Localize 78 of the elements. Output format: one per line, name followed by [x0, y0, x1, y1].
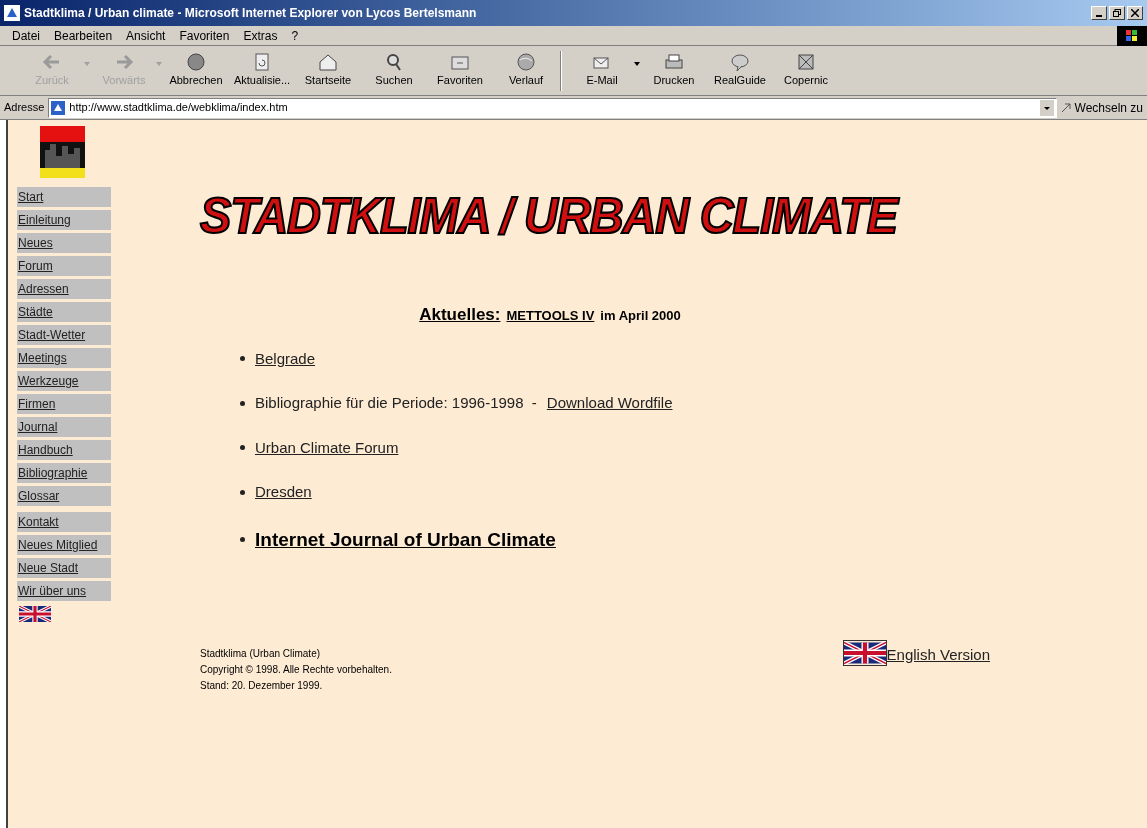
dropdown-caret-icon	[634, 61, 640, 66]
nav-link[interactable]: Forum	[17, 256, 111, 276]
satellite-icon	[795, 52, 817, 73]
bullet-icon	[240, 537, 245, 543]
close-button[interactable]	[1127, 6, 1143, 20]
address-field[interactable]: http://www.stadtklima.de/webklima/index.htm	[48, 97, 1057, 118]
dropdown-caret-icon	[84, 61, 90, 66]
bullet-icon	[240, 356, 245, 362]
footer-text: Stadtklima (Urban Climate)	[200, 647, 322, 661]
window-title: Stadtklima / Urban climate - Microsoft Internet Explorer von Lycos Bertelsmann	[24, 5, 478, 22]
banner-title: STADTKLIMA / URBAN CLIMATE	[200, 182, 1147, 250]
journal-link[interactable]: Internet Journal of Urban Climate	[255, 525, 556, 554]
page-icon	[51, 100, 66, 115]
nav-link[interactable]: Journal	[17, 417, 111, 437]
nav-link[interactable]: Werkzeuge	[17, 371, 111, 391]
flag-icon	[17, 606, 53, 622]
toolbar-button[interactable]: E-Mail	[570, 52, 640, 89]
browser-icon	[4, 5, 20, 21]
bullet-icon	[240, 489, 245, 495]
address-label: Adresse	[4, 100, 45, 116]
nav-link[interactable]: Handbuch	[17, 440, 111, 460]
nav-link[interactable]: Neue Stadt	[17, 558, 111, 578]
close-icon	[1131, 9, 1139, 17]
bullet-link[interactable]: Download Wordfile	[546, 392, 673, 415]
city-logo-icon	[40, 126, 85, 178]
toolbar-button[interactable]: RealGuide	[708, 52, 772, 89]
menu-item[interactable]: ?	[291, 26, 299, 45]
toolbar-button[interactable]: Copernic	[774, 52, 838, 89]
menu-item[interactable]: Ansicht	[126, 26, 166, 45]
news-text: im April 2000	[600, 307, 681, 325]
toolbar-button[interactable]: Abbrechen	[164, 52, 228, 89]
nav-link[interactable]: Einleitung	[17, 210, 111, 230]
menu-item[interactable]: Bearbeiten	[54, 26, 113, 45]
bullet-text: Bibliographie für die Periode: 1996-1998 -	[255, 393, 537, 413]
globe-icon	[515, 52, 537, 73]
menu-item[interactable]: Datei	[12, 26, 40, 45]
toolbar-button[interactable]: Suchen	[362, 52, 426, 89]
toolbar-button[interactable]: Favoriten	[428, 52, 492, 89]
nav-link[interactable]: Stadt-Wetter	[17, 325, 111, 345]
nav-link[interactable]: Firmen	[17, 394, 111, 414]
stop-icon	[185, 52, 207, 73]
speech-bubble-icon	[729, 52, 751, 73]
english-version-link[interactable]: English Version	[886, 643, 990, 666]
go-button[interactable]: Wechseln zu	[1060, 98, 1143, 117]
minimize-icon	[1096, 15, 1102, 17]
maximize-button[interactable]	[1109, 6, 1125, 20]
windows-logo-icon	[1117, 25, 1147, 46]
footer-text: Stand: 20. Dezember 1999.	[200, 679, 324, 693]
nav-link[interactable]: Neues	[17, 233, 111, 253]
nav-link[interactable]: Städte	[17, 302, 111, 322]
flag-icon	[842, 640, 887, 666]
menu-item[interactable]: Favoriten	[179, 26, 230, 45]
news-link[interactable]: METTOOLS IV	[506, 306, 595, 326]
bullet-link[interactable]: Belgrade	[255, 347, 316, 370]
toolbar-button[interactable]: Verlauf	[494, 52, 558, 89]
arrow-icon	[1060, 102, 1071, 113]
home-icon	[317, 52, 339, 73]
minimize-button[interactable]	[1091, 6, 1107, 20]
nav-link[interactable]: Neues Mitglied	[17, 535, 111, 555]
nav-link[interactable]: Glossar	[17, 486, 111, 506]
nav-link[interactable]: Meetings	[17, 348, 111, 368]
nav-link[interactable]: Adressen	[17, 279, 111, 299]
menu-item[interactable]: Extras	[243, 26, 278, 45]
toolbar-button[interactable]: Drucken	[642, 52, 706, 89]
bullet-icon	[240, 445, 245, 451]
bullet-link[interactable]: Dresden	[255, 481, 312, 504]
toolbar-button[interactable]: Startseite	[296, 52, 360, 89]
bullet-icon	[240, 400, 245, 406]
dropdown-caret-icon	[156, 61, 162, 66]
nav-link[interactable]: Bibliographie	[17, 463, 111, 483]
restore-icon	[1113, 9, 1121, 17]
nav-link[interactable]: Wir über uns	[17, 581, 111, 601]
toolbar-button[interactable]: Aktualisie...	[230, 52, 294, 89]
news-label: Aktuelles:	[419, 304, 501, 326]
footer-text: Copyright © 1998. Alle Rechte vorbehalten.	[200, 663, 392, 677]
bullet-link[interactable]: Urban Climate Forum	[255, 436, 399, 459]
nav-link[interactable]: Start	[17, 187, 111, 207]
nav-link[interactable]: Kontakt	[17, 512, 111, 532]
